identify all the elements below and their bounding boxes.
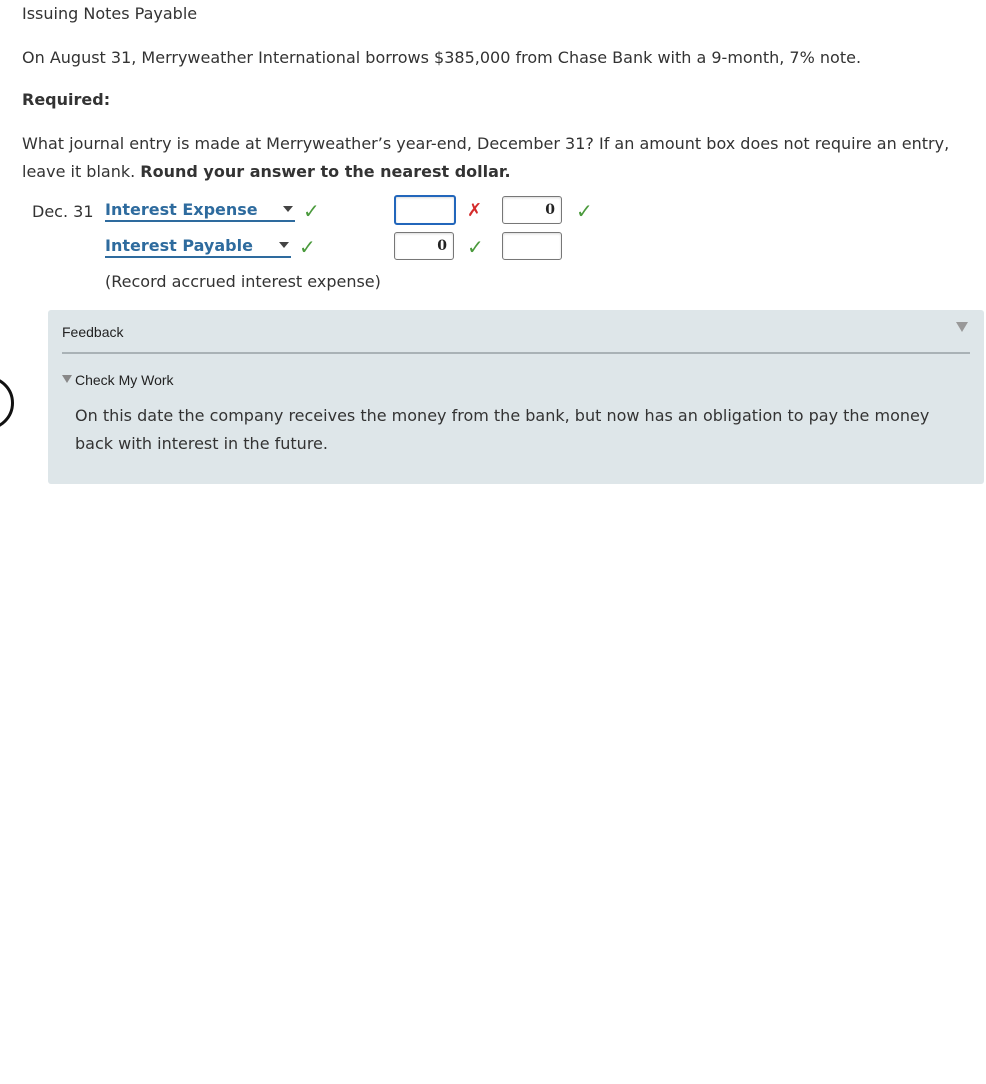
credit-input-row-1[interactable]: 0: [502, 196, 562, 224]
required-label: Required:: [22, 90, 111, 109]
partial-circle-icon: [0, 376, 14, 430]
x-icon: ✗: [467, 200, 483, 221]
debit-input-row-2[interactable]: 0: [394, 232, 454, 260]
collapse-triangle-icon[interactable]: [956, 322, 968, 332]
check-icon: ✓: [303, 199, 320, 223]
problem-intro: On August 31, Merryweather International…: [22, 48, 862, 67]
check-my-work-toggle[interactable]: Check My Work: [62, 372, 174, 388]
divider: [62, 352, 970, 354]
journal-date: Dec. 31: [32, 202, 94, 221]
journal-memo: (Record accrued interest expense): [105, 272, 381, 291]
account-select-row-2[interactable]: Interest Payable: [105, 236, 291, 258]
check-icon: ✓: [299, 235, 316, 259]
debit-input-row-1[interactable]: [394, 195, 456, 225]
dropdown-arrow-icon[interactable]: [279, 242, 289, 248]
check-icon: ✓: [576, 199, 593, 223]
check-icon: ✓: [467, 235, 484, 259]
account-select-label: Interest Payable: [105, 236, 253, 255]
page-title: Issuing Notes Payable: [22, 4, 198, 23]
account-select-label: Interest Expense: [105, 200, 258, 219]
feedback-title: Feedback: [62, 324, 124, 340]
feedback-panel: Feedback Check My Work On this date the …: [48, 310, 984, 484]
feedback-text: On this date the company receives the mo…: [75, 406, 930, 453]
question-text: What journal entry is made at Merryweath…: [22, 130, 972, 186]
dropdown-arrow-icon[interactable]: [283, 206, 293, 212]
account-select-row-1[interactable]: Interest Expense: [105, 200, 295, 222]
question-bold: Round your answer to the nearest dollar.: [140, 162, 511, 181]
expand-triangle-icon: [62, 375, 72, 383]
check-my-work-label: Check My Work: [75, 372, 174, 388]
credit-input-row-2[interactable]: [502, 232, 562, 260]
